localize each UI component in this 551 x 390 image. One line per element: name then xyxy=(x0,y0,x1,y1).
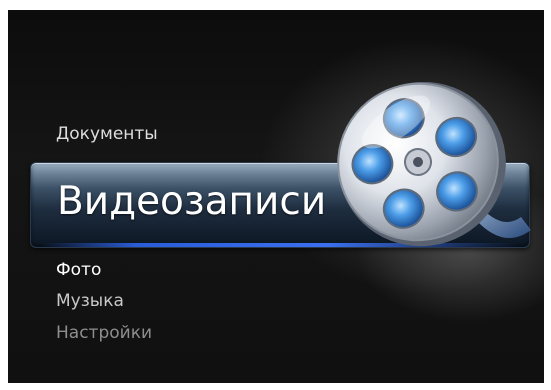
menu-item-videos-label: Видеозаписи xyxy=(57,179,327,224)
menu-item-photo[interactable]: Фото xyxy=(56,260,101,280)
menu-item-music[interactable]: Музыка xyxy=(56,291,124,311)
menu-item-documents[interactable]: Документы xyxy=(56,124,158,144)
media-menu-screen: Документы Видеозаписи Фото Музыка Настро… xyxy=(8,10,544,383)
film-reel-icon xyxy=(337,82,531,247)
menu-item-settings[interactable]: Настройки xyxy=(56,323,152,343)
